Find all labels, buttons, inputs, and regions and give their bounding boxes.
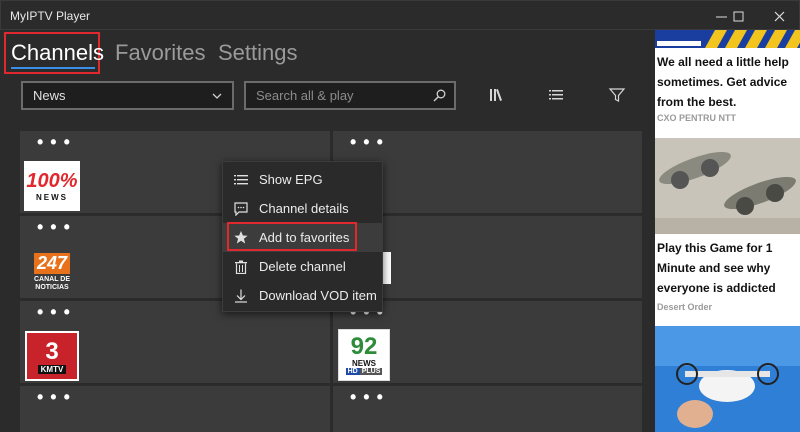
ad-image[interactable] <box>655 326 800 432</box>
channel-menu-button[interactable]: • • • <box>37 303 71 321</box>
logo-main-text: 100% <box>26 170 78 192</box>
menu-item-delete-channel[interactable]: Delete channel <box>223 252 382 281</box>
ad-banner-image[interactable] <box>655 30 800 48</box>
channel-logo: 3 KMTV <box>25 331 79 381</box>
trash-icon <box>234 260 248 274</box>
list-icon <box>234 173 248 187</box>
channel-logo: 100% NEWS <box>24 161 80 211</box>
menu-item-channel-details[interactable]: Channel details <box>223 194 382 223</box>
channel-logo: 247 CANAL DE NOTICIAS <box>24 248 80 296</box>
channel-card[interactable]: • • • <box>20 386 330 432</box>
channel-card[interactable]: • • • 3 KMTV <box>20 301 330 383</box>
channel-menu-button[interactable]: • • • <box>350 388 384 406</box>
logo-sub-text: NEWS <box>36 193 68 202</box>
tab-channels[interactable]: Channels <box>11 40 104 66</box>
menu-item-label: Download VOD item <box>259 288 377 303</box>
channel-menu-button[interactable]: • • • <box>350 133 384 151</box>
comment-icon <box>234 201 248 216</box>
window-title: MyIPTV Player <box>10 9 91 23</box>
chevron-down-icon <box>212 93 222 99</box>
logo-sub-text: KMTV <box>37 364 67 374</box>
close-icon <box>774 11 784 21</box>
channel-card[interactable]: • • • 92 NEWS HD PLUS <box>333 301 642 383</box>
channel-logo: 92 NEWS HD PLUS <box>338 329 390 381</box>
search-icon <box>433 89 446 102</box>
logo-badge-hd: HD <box>345 368 360 375</box>
logo-sub-text: NEWS <box>352 359 376 368</box>
logo-main-text: 92 <box>350 333 378 360</box>
active-tab-underline <box>11 67 95 69</box>
add-to-favorites-highlight <box>227 222 357 251</box>
tab-favorites[interactable]: Favorites <box>115 40 205 66</box>
ad-headline[interactable]: Play this Game for 1 Minute and see why … <box>657 238 797 298</box>
logo-main-text: 247 <box>33 252 71 274</box>
maximize-icon <box>733 11 743 21</box>
channel-menu-button[interactable]: • • • <box>37 218 71 236</box>
search-placeholder: Search all & play <box>256 88 354 103</box>
filter-icon[interactable] <box>608 86 626 104</box>
channel-menu-button[interactable]: • • • <box>37 133 71 151</box>
menu-item-download-vod[interactable]: Download VOD item <box>223 281 382 310</box>
logo-main-text: 3 <box>45 337 59 365</box>
menu-item-label: Show EPG <box>259 172 323 187</box>
ad-headline[interactable]: We all need a little help sometimes. Get… <box>657 52 797 112</box>
menu-item-show-epg[interactable]: Show EPG <box>223 165 382 194</box>
download-icon <box>234 289 248 303</box>
tab-settings[interactable]: Settings <box>218 40 298 66</box>
logo-sub-text: CANAL DE NOTICIAS <box>33 275 71 291</box>
ad-panel: We all need a little help sometimes. Get… <box>655 30 800 432</box>
category-selected-value: News <box>33 88 66 103</box>
category-select[interactable]: News <box>21 81 234 110</box>
list-view-icon[interactable] <box>547 86 565 104</box>
channel-menu-button[interactable]: • • • <box>37 388 71 406</box>
maximize-button[interactable] <box>718 1 758 31</box>
search-input[interactable]: Search all & play <box>244 81 456 110</box>
menu-item-label: Delete channel <box>259 259 346 274</box>
library-icon[interactable] <box>488 86 506 104</box>
close-button[interactable] <box>759 1 799 31</box>
title-bar: MyIPTV Player <box>0 0 800 30</box>
ad-source[interactable]: CXO PENTRU NTT <box>657 113 736 123</box>
menu-item-label: Channel details <box>259 201 349 216</box>
ad-source[interactable]: Desert Order <box>657 302 712 312</box>
logo-badge-plus: PLUS <box>359 368 383 375</box>
ad-image[interactable] <box>655 138 800 234</box>
channel-card[interactable]: • • • <box>333 386 642 432</box>
